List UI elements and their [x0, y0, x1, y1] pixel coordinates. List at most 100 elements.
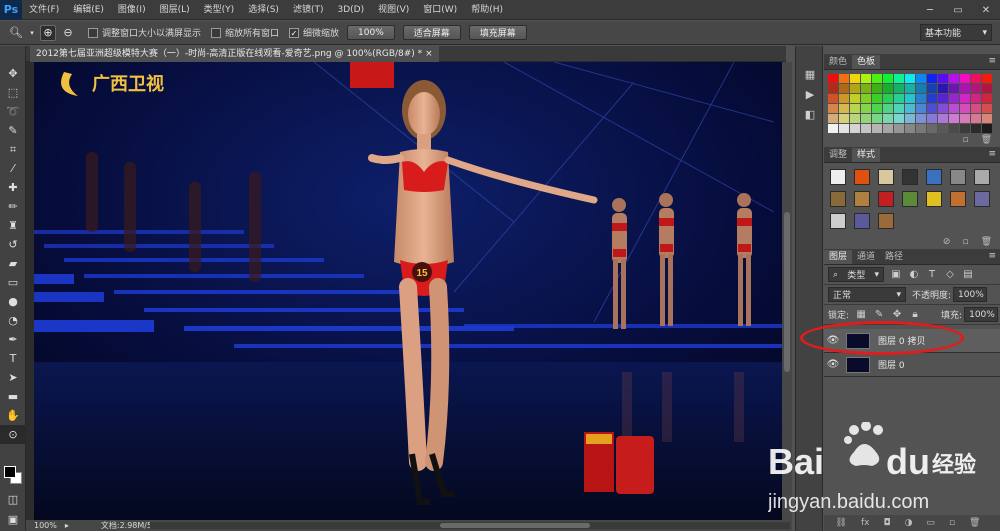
color-swatch[interactable] — [960, 124, 970, 133]
color-swatch[interactable] — [828, 84, 838, 93]
color-swatch[interactable] — [883, 104, 893, 113]
lock-transparent-icon[interactable]: ▦ — [855, 309, 867, 321]
color-swatch[interactable] — [839, 84, 849, 93]
status-menu-icon[interactable]: ▸ — [65, 521, 69, 530]
color-swatch[interactable] — [872, 94, 882, 103]
zoom-all-windows-checkbox[interactable]: 缩放所有窗口 — [211, 26, 279, 39]
fill-screen-button[interactable]: 填充屏幕 — [468, 25, 527, 40]
color-swatch[interactable] — [883, 84, 893, 93]
color-swatch[interactable] — [839, 114, 849, 123]
color-swatch[interactable] — [883, 124, 893, 133]
color-swatch[interactable] — [949, 124, 959, 133]
rectangle-tool-icon[interactable]: ▬ — [0, 387, 26, 406]
color-swatch[interactable] — [883, 94, 893, 103]
actual-pixels-button[interactable]: 100% — [347, 25, 395, 40]
color-swatch[interactable] — [828, 94, 838, 103]
color-swatch[interactable] — [982, 114, 992, 123]
color-swatch[interactable] — [872, 114, 882, 123]
color-swatch[interactable] — [960, 94, 970, 103]
marquee-tool-icon[interactable]: ⬚ — [0, 83, 26, 102]
close-window-button[interactable]: ✕ — [972, 0, 1000, 20]
color-swatch[interactable] — [949, 74, 959, 83]
delete-swatch-icon[interactable]: 🗑︎ — [981, 135, 992, 145]
path-select-tool-icon[interactable]: ➤ — [0, 368, 26, 387]
color-swatch[interactable] — [905, 74, 915, 83]
panel-menu-icon[interactable]: ≡ — [988, 251, 996, 261]
color-swatch[interactable] — [883, 74, 893, 83]
color-swatch[interactable] — [872, 84, 882, 93]
pen-tool-icon[interactable]: ✒ — [0, 330, 26, 349]
dropdown-arrow-icon[interactable]: ▾ — [28, 25, 36, 41]
color-swatch[interactable] — [839, 124, 849, 133]
lock-pixels-icon[interactable]: ✎ — [873, 309, 885, 321]
color-swatch[interactable] — [982, 124, 992, 133]
color-swatch[interactable] — [894, 84, 904, 93]
properties-panel-icon[interactable]: ◧ — [796, 104, 824, 124]
type-filter-icon[interactable]: T — [926, 269, 938, 281]
style-preset[interactable] — [854, 169, 870, 185]
color-swatch[interactable] — [971, 84, 981, 93]
new-swatch-icon[interactable]: ▫ — [962, 135, 968, 145]
color-swatch[interactable] — [982, 94, 992, 103]
style-preset[interactable] — [878, 169, 894, 185]
tab-color[interactable]: 颜色 — [824, 55, 852, 69]
color-swatch[interactable] — [872, 104, 882, 113]
color-swatch[interactable] — [861, 74, 871, 83]
document-tab[interactable]: 2012第七届亚洲超级模特大赛（一）-时尚-高清正版在线观看-爱奇艺.png @… — [30, 46, 439, 62]
style-preset[interactable] — [926, 169, 942, 185]
screen-mode-icon[interactable]: ▣ — [0, 510, 26, 529]
zoom-tool-icon[interactable]: ⊙ — [0, 425, 26, 444]
checkbox-box[interactable] — [88, 27, 98, 38]
style-preset[interactable] — [878, 213, 894, 229]
history-panel-icon[interactable]: ▦ — [796, 64, 824, 84]
layer-row-base[interactable]: 👁︎ 图层 0 — [824, 353, 1000, 377]
shape-filter-icon[interactable]: ◇ — [944, 269, 956, 281]
color-swatch[interactable] — [971, 124, 981, 133]
style-preset[interactable] — [830, 191, 846, 207]
menu-image[interactable]: 图像(I) — [111, 0, 153, 20]
color-swatch[interactable] — [949, 84, 959, 93]
move-tool-icon[interactable]: ✥ — [0, 64, 26, 83]
color-swatch[interactable] — [971, 74, 981, 83]
foreground-color-swatch[interactable] — [4, 466, 16, 478]
zoom-in-icon[interactable]: ⊕ — [40, 24, 56, 41]
color-swatch[interactable] — [850, 74, 860, 83]
color-swatch[interactable] — [828, 124, 838, 133]
menu-help[interactable]: 帮助(H) — [464, 0, 510, 20]
fill-input[interactable]: 100% — [964, 307, 999, 322]
style-preset[interactable] — [926, 191, 942, 207]
color-swatch[interactable] — [861, 114, 871, 123]
dodge-tool-icon[interactable]: ◔ — [0, 311, 26, 330]
menu-filter[interactable]: 滤镜(T) — [286, 0, 331, 20]
eraser-tool-icon[interactable]: ▰ — [0, 254, 26, 273]
tab-channels[interactable]: 通道 — [852, 250, 880, 264]
style-preset[interactable] — [950, 169, 966, 185]
color-swatch[interactable] — [960, 74, 970, 83]
menu-type[interactable]: 类型(Y) — [197, 0, 242, 20]
healing-brush-tool-icon[interactable]: ✚ — [0, 178, 26, 197]
checkbox-checked-box[interactable]: ✓ — [289, 27, 300, 38]
tab-styles[interactable]: 样式 — [852, 148, 881, 162]
hand-tool-icon[interactable]: ✋ — [0, 406, 26, 425]
tab-paths[interactable]: 路径 — [880, 250, 908, 264]
color-swatch[interactable] — [971, 114, 981, 123]
scrubby-zoom-checkbox[interactable]: ✓ 细微缩放 — [289, 26, 339, 39]
color-swatch[interactable] — [938, 84, 948, 93]
color-swatch[interactable] — [982, 74, 992, 83]
color-swatch[interactable] — [971, 94, 981, 103]
color-swatch[interactable] — [894, 94, 904, 103]
history-brush-tool-icon[interactable]: ↺ — [0, 235, 26, 254]
color-swatch[interactable] — [905, 124, 915, 133]
color-swatch[interactable] — [916, 74, 926, 83]
fit-screen-button[interactable]: 适合屏幕 — [402, 25, 461, 40]
color-swatch[interactable] — [850, 94, 860, 103]
color-swatch[interactable] — [916, 104, 926, 113]
color-swatch[interactable] — [949, 94, 959, 103]
color-swatch[interactable] — [927, 114, 937, 123]
swatches-grid[interactable] — [824, 70, 1000, 133]
style-preset[interactable] — [854, 213, 870, 229]
menu-window[interactable]: 窗口(W) — [416, 0, 464, 20]
tab-adjustments[interactable]: 调整 — [824, 148, 852, 162]
tab-swatches[interactable]: 色板 — [852, 55, 881, 69]
zoom-tool-preset-icon[interactable]: 🔍︎ — [8, 25, 24, 41]
